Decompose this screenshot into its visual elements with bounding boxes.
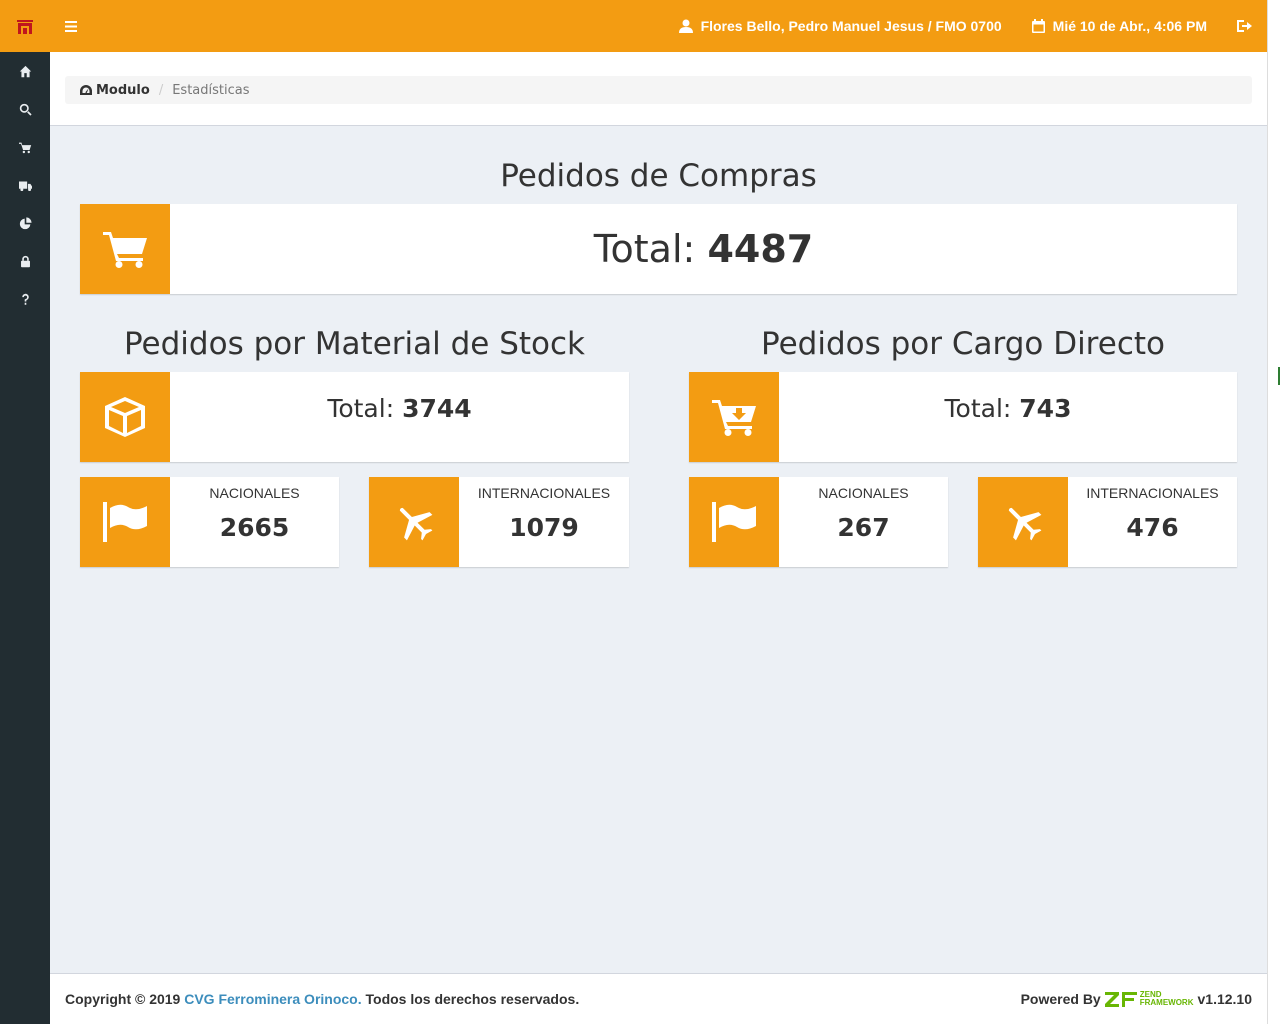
cart-icon	[18, 142, 31, 153]
footer: Copyright © 2019 CVG Ferrominera Orinoco…	[50, 973, 1267, 1024]
scrollbar[interactable]	[1267, 0, 1280, 1024]
framework-version: v1.12.10	[1197, 991, 1253, 1007]
purchase-orders-title: Pedidos de Compras	[500, 158, 817, 194]
cube-icon	[105, 397, 145, 437]
company-link[interactable]: CVG Ferrominera Orinoco.	[184, 991, 361, 1007]
stock-national-box: NACIONALES 2665	[80, 477, 339, 567]
breadcrumb-home[interactable]: Modulo	[80, 83, 150, 98]
shopping-cart-icon	[103, 232, 147, 268]
direct-total: Total: 743	[779, 372, 1237, 462]
breadcrumb-separator: /	[158, 82, 164, 98]
plane-icon	[399, 507, 433, 541]
stock-total-box: Total: 3744	[80, 372, 629, 462]
purchase-orders-total-value: 4487	[707, 227, 814, 271]
stock-national-content: NACIONALES 2665	[170, 477, 339, 567]
direct-national-box: NACIONALES 267	[689, 477, 948, 567]
direct-national-value: 267	[837, 513, 890, 542]
direct-total-value: 743	[1019, 394, 1072, 423]
zf-logo-icon	[1104, 991, 1137, 1007]
user-name: Flores Bello, Pedro Manuel Jesus / FMO 0…	[700, 18, 1002, 34]
stock-icon-box	[80, 372, 170, 462]
direct-international-value: 476	[1126, 513, 1179, 542]
question-icon	[21, 293, 29, 305]
purchase-orders-total-box: Total: 4487	[80, 204, 1237, 294]
purchase-orders-icon-box	[80, 204, 170, 294]
sidebar-item-help[interactable]	[0, 280, 50, 318]
stock-orders-title: Pedidos por Material de Stock	[123, 326, 586, 362]
app-logo[interactable]	[0, 0, 50, 52]
flag-icon	[103, 502, 147, 542]
direct-national-content: NACIONALES 267	[779, 477, 948, 567]
footer-copyright: Copyright © 2019	[65, 991, 181, 1007]
logo-icon	[17, 20, 33, 34]
sidebar-item-statistics[interactable]	[0, 204, 50, 242]
zend-framework-logo: ZEND FRAMEWORK	[1104, 991, 1194, 1007]
stock-national-value: 2665	[219, 513, 290, 542]
flag-icon	[712, 502, 756, 542]
user-menu[interactable]: Flores Bello, Pedro Manuel Jesus / FMO 0…	[664, 0, 1017, 52]
stock-international-box: INTERNACIONALES 1079	[369, 477, 629, 567]
stock-national-label: NACIONALES	[209, 485, 300, 501]
direct-icon-box	[689, 372, 779, 462]
current-datetime: Mié 10 de Abr., 4:06 PM	[1052, 18, 1207, 34]
menu-icon	[65, 20, 77, 32]
zf-logo-text: ZEND FRAMEWORK	[1140, 991, 1194, 1007]
truck-icon	[18, 180, 32, 191]
stock-international-icon-box	[369, 477, 459, 567]
powered-by-label: Powered By	[1020, 991, 1101, 1007]
calendar-icon	[1031, 19, 1045, 33]
sign-out-icon	[1237, 20, 1252, 32]
direct-total-label: Total:	[944, 394, 1012, 423]
direct-orders-title: Pedidos por Cargo Directo	[761, 326, 1165, 362]
direct-international-label: INTERNACIONALES	[1086, 485, 1219, 501]
direct-international-icon-box	[978, 477, 1068, 567]
search-icon	[19, 103, 32, 116]
breadcrumb-current: Estadísticas	[172, 82, 250, 98]
lock-icon	[20, 255, 30, 267]
stock-total-label: Total:	[327, 394, 395, 423]
purchase-orders-total-label: Total:	[593, 227, 696, 271]
sidebar-item-lock[interactable]	[0, 242, 50, 280]
purchase-orders-total: Total: 4487	[170, 204, 1237, 294]
stock-total: Total: 3744	[170, 372, 629, 462]
date-display: Mié 10 de Abr., 4:06 PM	[1017, 0, 1222, 52]
direct-national-label: NACIONALES	[818, 485, 909, 501]
stock-international-content: INTERNACIONALES 1079	[459, 477, 629, 567]
stock-total-value: 3744	[402, 394, 472, 423]
plane-icon	[1008, 507, 1042, 541]
footer-rights: Todos los derechos reservados.	[365, 991, 580, 1007]
sidebar-item-truck[interactable]	[0, 166, 50, 204]
sidebar-item-cart[interactable]	[0, 128, 50, 166]
breadcrumb-home-label: Modulo	[96, 82, 150, 98]
top-navbar: Flores Bello, Pedro Manuel Jesus / FMO 0…	[50, 0, 1267, 52]
direct-national-icon-box	[689, 477, 779, 567]
stock-international-value: 1079	[509, 513, 579, 542]
dashboard-icon	[80, 84, 92, 95]
stock-national-icon-box	[80, 477, 170, 567]
logout-button[interactable]	[1222, 0, 1267, 52]
pie-chart-icon	[19, 216, 32, 229]
sidebar-item-home[interactable]	[0, 52, 50, 90]
stock-international-label: INTERNACIONALES	[477, 485, 611, 501]
sidebar-item-search[interactable]	[0, 90, 50, 128]
sidebar-toggle-button[interactable]	[50, 0, 92, 52]
direct-international-box: INTERNACIONALES 476	[978, 477, 1237, 567]
zf-logo-bottom: FRAMEWORK	[1139, 998, 1194, 1007]
content-header: Modulo / Estadísticas	[50, 52, 1267, 126]
direct-total-box: Total: 743	[689, 372, 1237, 462]
user-icon	[678, 19, 693, 33]
sidebar	[0, 0, 50, 1024]
direct-international-content: INTERNACIONALES 476	[1068, 477, 1237, 567]
breadcrumb: Modulo / Estadísticas	[65, 76, 1252, 104]
home-icon	[19, 65, 31, 77]
cart-arrow-down-icon	[712, 400, 756, 436]
